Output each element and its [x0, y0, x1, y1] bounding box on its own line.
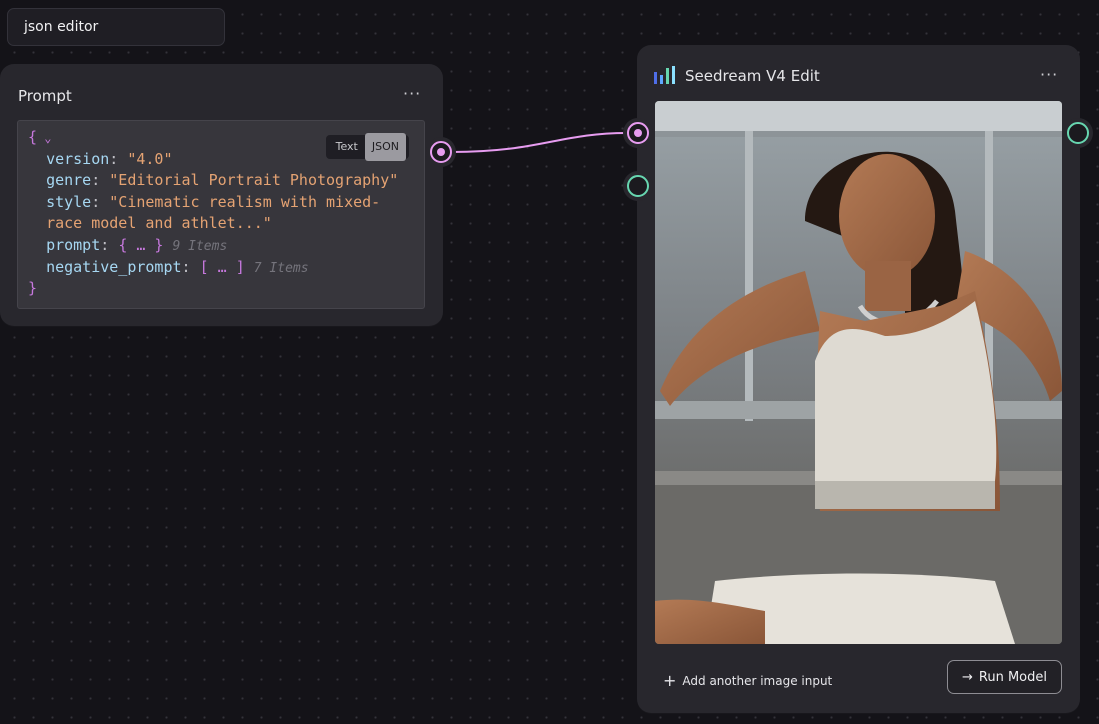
model-image-input-port[interactable] [627, 175, 649, 197]
item-count: 9 Items [172, 238, 228, 254]
prompt-output-port[interactable] [430, 141, 452, 163]
json-key: genre [46, 171, 92, 190]
toggle-text-option[interactable]: Text [329, 133, 365, 161]
json-value[interactable]: "Editorial Portrait Photography" [109, 171, 398, 189]
prompt-node[interactable]: Prompt ··· Text JSON { ⌄ version: "4.0" … [0, 64, 443, 326]
wire-path [451, 132, 628, 153]
json-open-brace: { [28, 128, 38, 146]
json-close-brace: } [28, 279, 38, 298]
json-editor[interactable]: Text JSON { ⌄ version: "4.0" genre: "Edi… [17, 120, 425, 309]
run-model-button[interactable]: → Run Model [947, 660, 1062, 694]
json-value-continued[interactable]: race model and athlet..." [46, 214, 272, 232]
output-image-graphic [655, 101, 1062, 644]
plus-icon: + [663, 671, 677, 690]
add-image-input-label: Add another image input [682, 673, 833, 688]
item-count: 7 Items [253, 260, 309, 276]
more-horizontal-icon[interactable]: ··· [1040, 65, 1058, 84]
bar-chart-icon [654, 66, 675, 84]
json-key: prompt [46, 235, 101, 254]
json-key: style [46, 192, 92, 211]
collapsed-object[interactable]: { … } [118, 236, 163, 254]
model-output-port[interactable] [1067, 122, 1089, 144]
json-value[interactable]: "4.0" [127, 150, 172, 168]
json-value[interactable]: "Cinematic realism with mixed- [109, 193, 380, 211]
model-node[interactable]: Seedream V4 Edit ··· + Add another image… [637, 45, 1080, 713]
output-image[interactable] [655, 101, 1062, 644]
more-horizontal-icon[interactable]: ··· [403, 84, 421, 103]
run-model-label: Run Model [978, 669, 1047, 685]
model-prompt-input-port[interactable] [627, 122, 649, 144]
prompt-node-title: Prompt [18, 87, 72, 105]
json-key: version [46, 149, 110, 168]
model-node-title: Seedream V4 Edit [685, 67, 820, 85]
json-key: negative_prompt [46, 257, 182, 276]
arrow-right-icon: → [962, 669, 973, 685]
view-toggle[interactable]: Text JSON [325, 133, 409, 161]
add-image-input-button[interactable]: + Add another image input [663, 671, 832, 690]
collapse-chevron-icon[interactable]: ⌄ [37, 131, 51, 145]
collapsed-array[interactable]: [ … ] [200, 258, 245, 276]
toggle-json-option[interactable]: JSON [364, 133, 406, 161]
